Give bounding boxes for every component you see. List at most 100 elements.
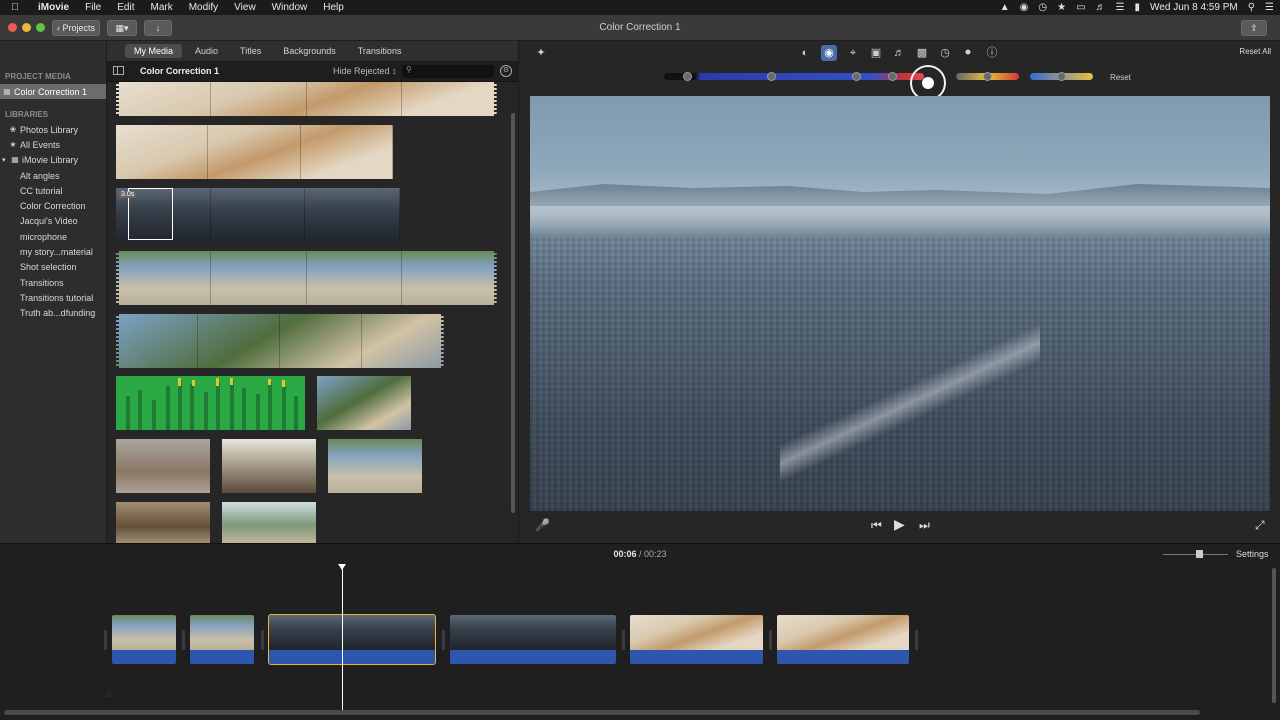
- media-clip[interactable]: [222, 439, 316, 493]
- menu-view[interactable]: View: [226, 2, 264, 13]
- clip-filter-icon[interactable]: ⚫: [960, 45, 976, 61]
- noise-reduction-icon[interactable]: ▩: [914, 45, 930, 61]
- airplay-icon[interactable]: ▭: [1076, 2, 1085, 13]
- microphone-icon[interactable]: 🎤: [535, 518, 550, 532]
- browser-scrollbar[interactable]: [511, 113, 515, 513]
- info-icon[interactable]: ⓘ: [984, 45, 1000, 61]
- clip-handle[interactable]: [915, 630, 918, 650]
- bluetooth-icon[interactable]: ★: [1057, 2, 1066, 13]
- timeline-clip[interactable]: [630, 615, 763, 664]
- apple-menu-icon[interactable]: : [0, 2, 30, 13]
- clip-handle[interactable]: [104, 630, 107, 650]
- volume-icon[interactable]: ♬: [891, 45, 907, 61]
- clip-handle[interactable]: [622, 630, 625, 650]
- media-clip[interactable]: [317, 376, 411, 430]
- clip-handle[interactable]: [442, 630, 445, 650]
- crop-icon[interactable]: ⌖: [845, 45, 861, 61]
- menu-modify[interactable]: Modify: [181, 2, 226, 13]
- timeline-vertical-scrollbar[interactable]: [1272, 568, 1276, 703]
- slider-knob[interactable]: [888, 72, 897, 81]
- sidebar-event-item[interactable]: my story...material: [0, 244, 106, 259]
- reset-all-button[interactable]: Reset All: [1239, 47, 1271, 56]
- fullscreen-icon[interactable]: ⤢: [1255, 518, 1265, 533]
- sidebar-item-project[interactable]: ▦ Color Correction 1: [0, 84, 106, 99]
- menu-mark[interactable]: Mark: [142, 2, 180, 13]
- sidebar-item-all-events[interactable]: ★ All Events: [0, 137, 106, 152]
- camera-status-icon[interactable]: ◉: [1020, 2, 1029, 13]
- notification-center-icon[interactable]: ☰: [1265, 2, 1274, 13]
- media-clip[interactable]: [116, 125, 393, 179]
- audio-clip[interactable]: [116, 376, 305, 430]
- media-clip[interactable]: [116, 251, 497, 305]
- clip-handle[interactable]: [182, 630, 185, 650]
- projects-button[interactable]: ‹ Projects: [52, 20, 100, 36]
- stabilization-icon[interactable]: ▣: [868, 45, 884, 61]
- skip-back-icon[interactable]: ⏮: [871, 518, 882, 533]
- menu-edit[interactable]: Edit: [109, 2, 142, 13]
- clip-handle[interactable]: [261, 630, 264, 650]
- slider-knob[interactable]: [683, 72, 692, 81]
- tab-audio[interactable]: Audio: [186, 44, 227, 58]
- timeline-clip[interactable]: [450, 615, 616, 664]
- clock[interactable]: Wed Jun 8 4:59 PM: [1150, 2, 1238, 13]
- spotlight-icon[interactable]: ⚲: [1248, 2, 1255, 13]
- menu-file[interactable]: File: [77, 2, 109, 13]
- sidebar-item-photos-library[interactable]: ❀ Photos Library: [0, 122, 106, 137]
- speed-icon[interactable]: ◷: [937, 45, 953, 61]
- tab-backgrounds[interactable]: Backgrounds: [274, 44, 345, 58]
- tab-my-media[interactable]: My Media: [125, 44, 183, 58]
- menu-help[interactable]: Help: [315, 2, 352, 13]
- play-button[interactable]: ▶: [894, 516, 905, 533]
- playhead[interactable]: [338, 564, 346, 711]
- sidebar-event-item[interactable]: Transitions: [0, 275, 106, 290]
- reset-button[interactable]: Reset: [1110, 73, 1131, 82]
- menu-window[interactable]: Window: [264, 2, 316, 13]
- battery-icon[interactable]: ▮: [1135, 2, 1141, 13]
- volume-icon[interactable]: ♬: [1096, 2, 1106, 13]
- media-clip[interactable]: [328, 439, 422, 493]
- magic-wand-icon[interactable]: ✦: [533, 45, 549, 61]
- sidebar-event-item[interactable]: Truth ab...dfunding: [0, 305, 106, 320]
- sidebar-toggle-icon[interactable]: [113, 66, 124, 75]
- timeline-clip[interactable]: [112, 615, 176, 664]
- slider-knob[interactable]: [983, 72, 992, 81]
- close-window-icon[interactable]: [8, 23, 17, 32]
- slider-knob[interactable]: [1057, 72, 1066, 81]
- timeline-clip[interactable]: [777, 615, 909, 664]
- video-preview[interactable]: [530, 96, 1270, 511]
- timeline-horizontal-scrollbar[interactable]: [4, 710, 1200, 715]
- color-balance-icon[interactable]: ◐: [797, 45, 813, 61]
- media-clip[interactable]: [116, 82, 497, 116]
- slider-knob[interactable]: [767, 72, 776, 81]
- saturation-slider[interactable]: [664, 73, 924, 80]
- wifi-icon[interactable]: ☰: [1116, 2, 1125, 13]
- timeline-clip[interactable]: [190, 615, 254, 664]
- filter-popup[interactable]: Hide Rejected ↕: [333, 66, 397, 76]
- search-input[interactable]: ⚲: [402, 65, 494, 78]
- media-clip[interactable]: [116, 314, 444, 368]
- tab-titles[interactable]: Titles: [231, 44, 270, 58]
- media-clip[interactable]: 3.0s: [116, 188, 400, 242]
- media-view-button[interactable]: ▦▾: [107, 20, 137, 36]
- sidebar-item-imovie-library[interactable]: ▾ ▦ iMovie Library: [0, 152, 106, 167]
- gear-icon[interactable]: ⚙: [500, 65, 512, 77]
- tab-transitions[interactable]: Transitions: [349, 44, 411, 58]
- import-button[interactable]: ↓: [144, 20, 172, 36]
- sidebar-event-item[interactable]: microphone: [0, 229, 106, 244]
- time-machine-icon[interactable]: ◷: [1038, 2, 1047, 13]
- color-correction-icon[interactable]: ◉: [821, 45, 837, 61]
- sidebar-event-item[interactable]: Shot selection: [0, 259, 106, 274]
- sidebar-event-item[interactable]: CC tutorial: [0, 183, 106, 198]
- slider-knob[interactable]: [852, 72, 861, 81]
- zoom-slider-knob[interactable]: [1196, 550, 1203, 558]
- share-button[interactable]: ⇧: [1241, 20, 1267, 36]
- media-clip[interactable]: [116, 439, 210, 493]
- minimize-window-icon[interactable]: [22, 23, 31, 32]
- timeline-clip-selected[interactable]: [268, 614, 436, 665]
- menu-app-name[interactable]: iMovie: [30, 2, 77, 13]
- sidebar-event-item[interactable]: Color Correction: [0, 198, 106, 213]
- settings-button[interactable]: Settings: [1236, 549, 1269, 559]
- zoom-window-icon[interactable]: [36, 23, 45, 32]
- status-icon[interactable]: ▲: [1000, 2, 1010, 13]
- media-clip[interactable]: [116, 502, 210, 543]
